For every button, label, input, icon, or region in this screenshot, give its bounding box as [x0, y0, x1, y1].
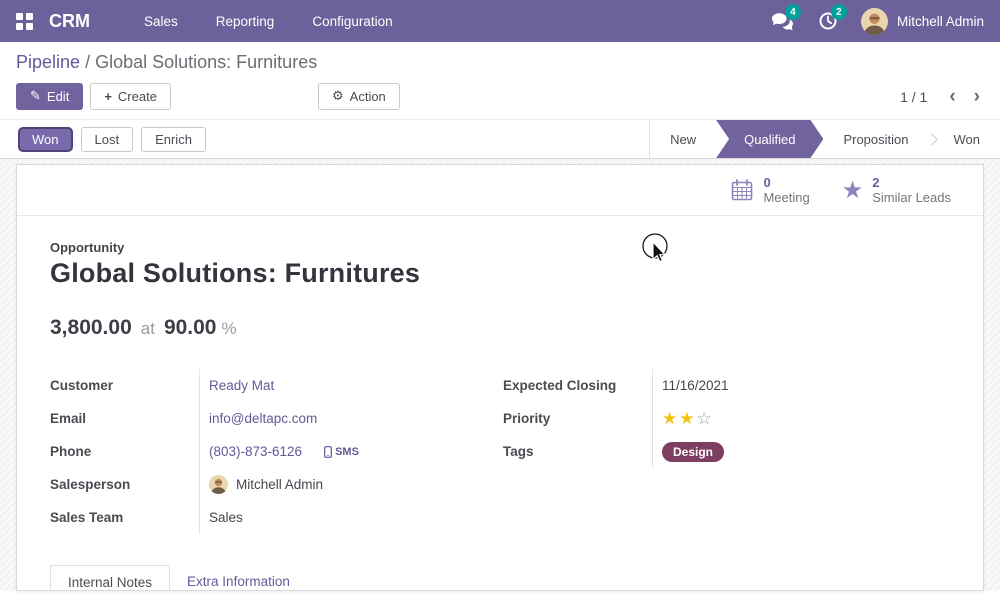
- notebook-tabs: Internal Notes Extra Information: [50, 565, 951, 591]
- user-avatar: [861, 8, 888, 35]
- plus-icon: +: [104, 89, 112, 104]
- messages-icon[interactable]: 4: [769, 9, 795, 33]
- field-row-phone: Phone (803)-873-6126 SMS: [50, 435, 503, 468]
- salesperson-avatar: [209, 475, 228, 494]
- similar-leads-count: 2: [872, 175, 951, 190]
- enrich-button[interactable]: Enrich: [141, 127, 206, 152]
- pager-next-button[interactable]: ›: [970, 87, 984, 106]
- opportunity-title: Global Solutions: Furnitures: [50, 258, 951, 289]
- field-row-priority: Priority ★★☆: [503, 402, 951, 435]
- field-groups: Customer Ready Mat Email info@deltapc.co…: [50, 369, 951, 534]
- sales-team-label: Sales Team: [50, 501, 200, 534]
- expected-closing-value: 11/16/2021: [662, 378, 729, 393]
- filled-stars-icon[interactable]: ★★: [662, 409, 696, 429]
- breadcrumb-separator: /: [85, 52, 95, 72]
- breadcrumb-current: Global Solutions: Furnitures: [95, 52, 317, 72]
- star-icon: ★: [842, 178, 864, 202]
- phone-link[interactable]: (803)-873-6126: [209, 444, 302, 459]
- breadcrumb-pipeline-link[interactable]: Pipeline: [16, 52, 80, 72]
- menu-sales[interactable]: Sales: [132, 8, 190, 35]
- menu-reporting[interactable]: Reporting: [204, 8, 287, 35]
- sales-team-value[interactable]: Sales: [209, 510, 243, 525]
- at-label: at: [141, 319, 155, 339]
- meeting-label: Meeting: [763, 190, 809, 205]
- priority-label: Priority: [503, 402, 653, 435]
- field-group-right: Expected Closing 11/16/2021 Priority ★★☆…: [503, 369, 951, 534]
- field-row-customer: Customer Ready Mat: [50, 369, 503, 402]
- email-link[interactable]: info@deltapc.com: [209, 411, 317, 426]
- tab-internal-notes[interactable]: Internal Notes: [50, 565, 170, 591]
- messages-count-badge: 4: [785, 4, 801, 20]
- user-name: Mitchell Admin: [897, 14, 984, 29]
- tags-label: Tags: [503, 435, 653, 468]
- record-card: 0 Meeting ★ 2 Similar Leads Opportunity …: [16, 164, 984, 591]
- lost-button[interactable]: Lost: [81, 127, 134, 152]
- stage-new[interactable]: New: [650, 120, 716, 158]
- activities-count-badge: 2: [831, 4, 847, 20]
- meeting-stat-button[interactable]: 0 Meeting: [720, 165, 831, 215]
- stat-button-strip: 0 Meeting ★ 2 Similar Leads: [17, 165, 983, 216]
- tag-design: Design: [662, 442, 724, 462]
- email-label: Email: [50, 402, 200, 435]
- field-row-sales-team: Sales Team Sales: [50, 501, 503, 534]
- similar-leads-stat-button[interactable]: ★ 2 Similar Leads: [832, 165, 973, 215]
- user-menu[interactable]: Mitchell Admin: [861, 8, 984, 35]
- percent-sign: %: [222, 319, 237, 339]
- stage-proposition[interactable]: Proposition: [823, 120, 928, 158]
- expected-closing-label: Expected Closing: [503, 369, 653, 402]
- field-row-expected-closing: Expected Closing 11/16/2021: [503, 369, 951, 402]
- won-button[interactable]: Won: [18, 127, 73, 152]
- action-button-row: ✎ Edit + Create ⚙ Action 1 / 1 ‹ ›: [16, 83, 984, 119]
- action-menu-button[interactable]: ⚙ Action: [318, 83, 400, 110]
- phone-label: Phone: [50, 435, 200, 468]
- control-panel: Pipeline / Global Solutions: Furnitures …: [0, 42, 1000, 119]
- expected-revenue: 3,800.00: [50, 316, 132, 340]
- customer-label: Customer: [50, 369, 200, 402]
- customer-link[interactable]: Ready Mat: [209, 378, 274, 393]
- stage-pipeline: New Qualified Proposition Won: [649, 120, 1000, 158]
- pager: 1 / 1 ‹ ›: [900, 87, 984, 106]
- field-row-salesperson: Salesperson Mitchell Admin: [50, 468, 503, 501]
- top-navbar: CRM Sales Reporting Configuration 4 2 Mi…: [0, 0, 1000, 42]
- priority-stars[interactable]: ★★☆: [662, 409, 714, 429]
- field-group-left: Customer Ready Mat Email info@deltapc.co…: [50, 369, 503, 534]
- stage-qualified[interactable]: Qualified: [716, 120, 823, 158]
- gear-icon: ⚙: [332, 89, 344, 104]
- similar-leads-label: Similar Leads: [872, 190, 951, 205]
- form-sheet: Opportunity Global Solutions: Furnitures…: [17, 216, 983, 591]
- edit-button[interactable]: ✎ Edit: [16, 83, 83, 110]
- revenue-row: 3,800.00 at 90.00 %: [50, 316, 951, 340]
- main-menu: Sales Reporting Configuration: [132, 8, 405, 35]
- menu-configuration[interactable]: Configuration: [300, 8, 404, 35]
- pencil-icon: ✎: [30, 89, 41, 104]
- pager-previous-button[interactable]: ‹: [945, 87, 959, 106]
- breadcrumb: Pipeline / Global Solutions: Furnitures: [16, 52, 984, 73]
- salesperson-name[interactable]: Mitchell Admin: [236, 477, 323, 492]
- tab-extra-information[interactable]: Extra Information: [170, 565, 307, 591]
- empty-star-icon[interactable]: ☆: [696, 409, 713, 429]
- mobile-phone-icon: [324, 446, 332, 458]
- app-brand[interactable]: CRM: [49, 11, 90, 32]
- salesperson-label: Salesperson: [50, 468, 200, 501]
- create-button[interactable]: + Create: [90, 83, 171, 110]
- stage-won[interactable]: Won: [934, 120, 1000, 158]
- field-row-email: Email info@deltapc.com: [50, 402, 503, 435]
- record-type-label: Opportunity: [50, 240, 951, 255]
- form-view-background: 0 Meeting ★ 2 Similar Leads Opportunity …: [0, 159, 1000, 591]
- probability-value: 90.00: [164, 316, 217, 340]
- sms-button[interactable]: SMS: [324, 446, 359, 458]
- statusbar: Won Lost Enrich New Qualified Propositio…: [0, 119, 1000, 159]
- apps-menu-icon[interactable]: [16, 13, 33, 30]
- calendar-icon: [730, 178, 754, 202]
- meeting-count: 0: [763, 175, 809, 190]
- activities-icon[interactable]: 2: [815, 9, 841, 33]
- field-row-tags: Tags Design: [503, 435, 951, 468]
- pager-value: 1 / 1: [900, 89, 927, 105]
